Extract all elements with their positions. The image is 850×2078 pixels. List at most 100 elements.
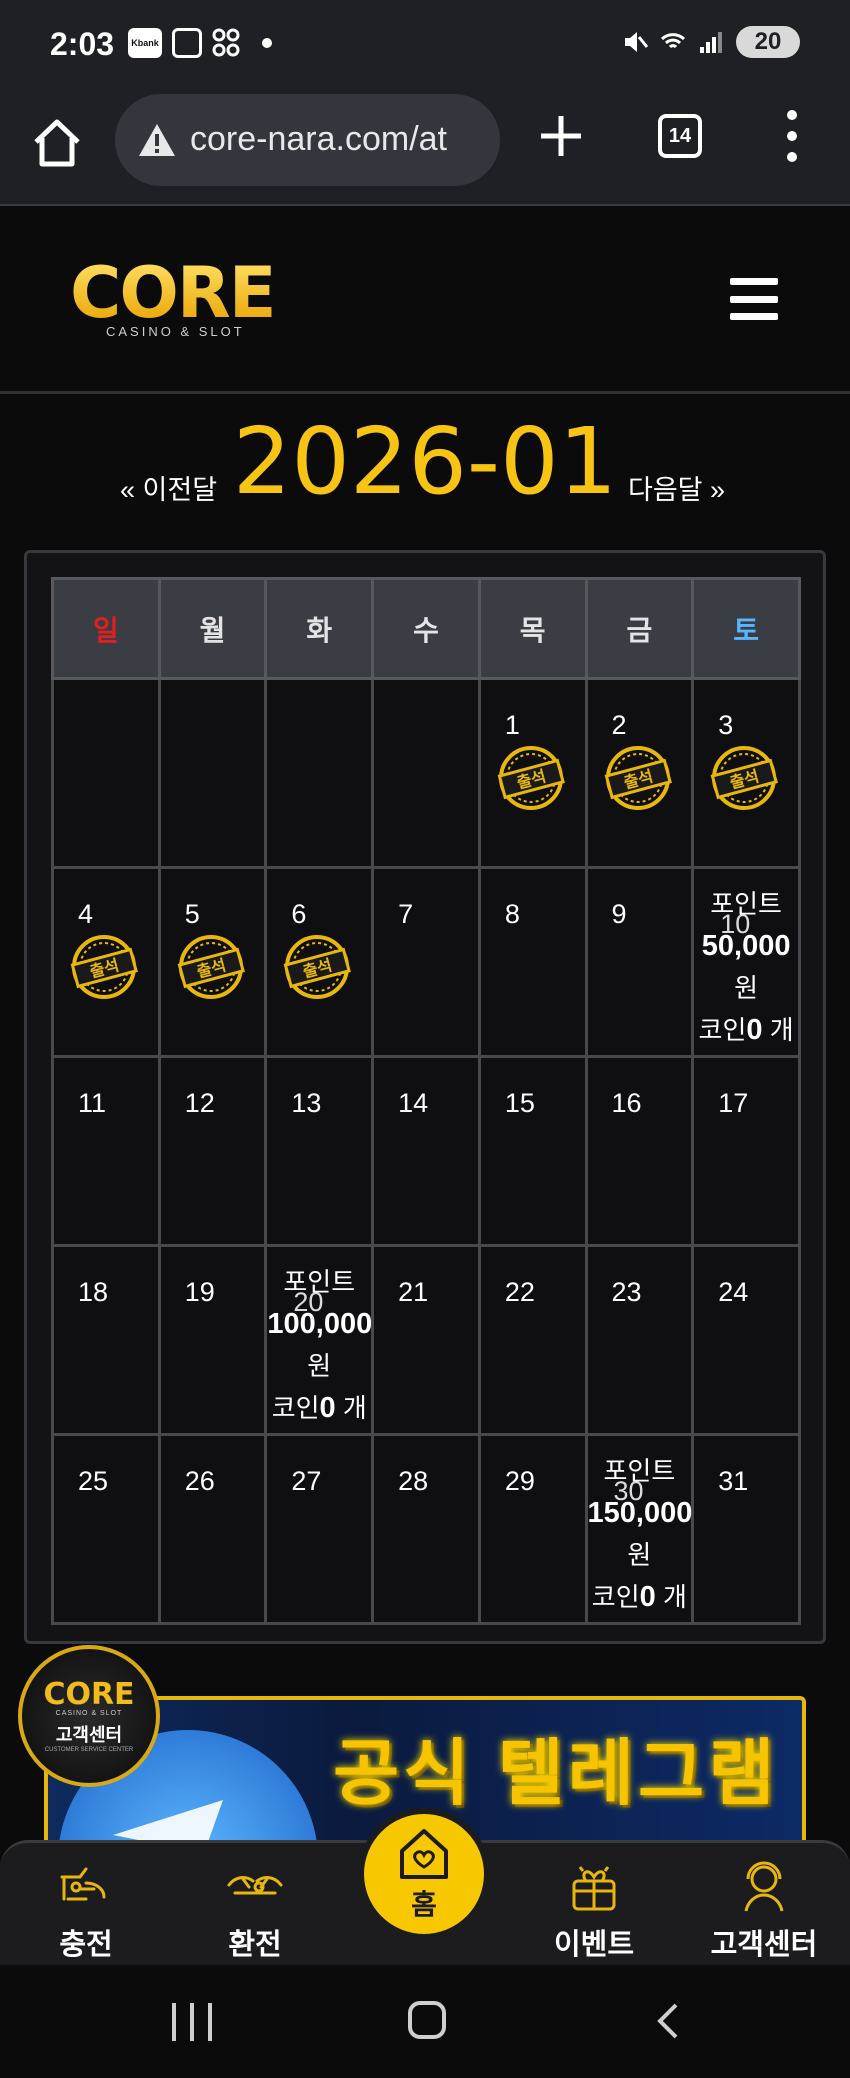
kbank-icon: Kbank — [128, 28, 162, 58]
day-cell: 26 — [157, 1433, 268, 1625]
day-cell: 23 — [584, 1244, 695, 1436]
day-cell: 31 — [691, 1433, 801, 1625]
browser-menu-icon[interactable] — [782, 110, 802, 162]
day-cell: 5 출석 — [157, 866, 268, 1058]
site-logo[interactable]: CORE CASINO & SLOT — [70, 258, 290, 353]
day-number: 20 — [293, 1287, 324, 1317]
day-number: 10 — [720, 909, 751, 939]
nav-exchange[interactable]: 환전 — [185, 1855, 325, 1963]
banner-title: 공식 텔레그램 — [333, 1734, 779, 1814]
day-number: 14 — [398, 1088, 429, 1118]
day-number: 1 — [504, 710, 520, 740]
day-cell: 14 — [371, 1055, 481, 1247]
nav-home-label: 홈 — [411, 1889, 437, 1920]
day-number: 3 — [718, 710, 734, 740]
status-system-icons: 20 — [622, 26, 800, 58]
nav-support-label: 고객센터 — [710, 1929, 818, 1961]
day-cell: 15 — [477, 1055, 588, 1247]
reward-day-cell: 30 포인트 150,000 원 코인0 개 — [584, 1433, 695, 1625]
customer-service-float-button[interactable]: CORE CASINO & SLOT 고객센터 CUSTOMER SERVICE… — [18, 1645, 160, 1787]
day-cell: 13 — [264, 1055, 375, 1247]
day-number: 22 — [504, 1277, 535, 1307]
day-cell: 25 — [51, 1433, 161, 1625]
mute-icon — [625, 32, 648, 52]
browser-toolbar: core-nara.com/at 14 — [0, 90, 850, 206]
browser-home-icon[interactable] — [30, 116, 84, 170]
reward-day-cell: 10 포인트 50,000 원 코인0 개 — [691, 866, 801, 1058]
next-month-link[interactable]: 다음달 » — [628, 468, 725, 507]
wifi-icon — [660, 33, 686, 49]
month-navigation: « 이전달 2026-01 다음달 » — [0, 408, 850, 518]
day-number: 11 — [78, 1088, 107, 1118]
logo-text: CORE — [70, 258, 290, 328]
headset-icon — [744, 1861, 784, 1912]
nav-event[interactable]: 이벤트 — [524, 1855, 664, 1963]
day-cell: 1 출석 — [477, 677, 588, 869]
day-cell: 28 — [371, 1433, 481, 1625]
week-row: 11 12 13 14 15 16 17 — [51, 1055, 801, 1247]
day-number: 19 — [184, 1277, 215, 1307]
day-cell: 9 — [584, 866, 695, 1058]
gift-icon — [572, 1866, 616, 1911]
weekday-sun: 일 — [51, 577, 161, 680]
weekday-fri: 금 — [584, 577, 695, 680]
day-number: 17 — [718, 1088, 749, 1118]
day-cell: 27 — [264, 1433, 375, 1625]
status-bar: 2:03 Kbank 20 — [0, 0, 850, 90]
day-cell: 29 — [477, 1433, 588, 1625]
url-text[interactable]: core-nara.com/at — [190, 120, 490, 159]
calendar-grid: 일 월 화 수 목 금 토 1 출석 2 출석 3 출석 4 출석 5 출석 6… — [51, 577, 801, 1625]
android-nav-bar — [0, 1965, 850, 2078]
status-time: 2:03 — [50, 26, 115, 62]
day-number: 13 — [291, 1088, 322, 1118]
day-number: 26 — [184, 1466, 215, 1496]
day-cell: 3 출석 — [691, 677, 801, 869]
cs-caption: CUSTOMER SERVICE CENTER — [44, 1746, 134, 1753]
day-number: 29 — [504, 1466, 535, 1496]
warning-icon[interactable] — [137, 122, 177, 158]
reward-unit: 원 — [734, 973, 759, 1003]
empty-day-cell — [371, 677, 481, 869]
nav-home-button[interactable]: 홈 — [358, 1808, 490, 1940]
day-cell: 11 — [51, 1055, 161, 1247]
week-row: 4 출석 5 출석 6 출석 7 8 9 10 포인트 50,000 원 코인0 개 — [51, 866, 801, 1058]
weekday-mon: 월 — [157, 577, 268, 680]
exchange-icon — [227, 1876, 283, 1895]
day-cell: 21 — [371, 1244, 481, 1436]
day-number: 28 — [398, 1466, 429, 1496]
cs-logo-text: CORE — [43, 1676, 135, 1712]
day-number: 27 — [291, 1466, 322, 1496]
cs-logo-subtitle: CASINO & SLOT — [55, 1709, 123, 1717]
signal-icon — [700, 32, 722, 53]
weekday-sat: 토 — [691, 577, 801, 680]
new-tab-icon[interactable] — [535, 110, 587, 162]
day-cell: 12 — [157, 1055, 268, 1247]
day-number: 6 — [291, 899, 307, 929]
back-icon[interactable] — [650, 2001, 690, 2041]
day-number: 5 — [184, 899, 200, 929]
site-header: CORE CASINO & SLOT — [0, 208, 850, 394]
week-row: 18 19 20 포인트 100,000 원 코인0 개 21 22 23 24 — [51, 1244, 801, 1436]
url-bar[interactable]: core-nara.com/at — [115, 94, 500, 186]
android-home-icon[interactable] — [408, 2001, 446, 2039]
nav-charge[interactable]: 충전 — [16, 1855, 156, 1963]
nav-charge-label: 충전 — [59, 1929, 113, 1961]
week-row: 1 출석 2 출석 3 출석 — [51, 677, 801, 869]
weekday-header-row: 일 월 화 수 목 금 토 — [51, 577, 801, 680]
nav-support[interactable]: 고객센터 — [694, 1855, 834, 1963]
day-cell: 18 — [51, 1244, 161, 1436]
app-grid-icon — [212, 28, 240, 57]
reward-coin: 코인0 개 — [271, 1392, 367, 1424]
day-number: 9 — [611, 899, 627, 929]
recent-apps-icon[interactable] — [172, 2003, 212, 2041]
reward-info: 10 포인트 50,000 원 코인0 개 — [694, 883, 798, 1051]
cs-label: 고객센터 — [55, 1724, 123, 1745]
tab-switcher-button[interactable]: 14 — [658, 114, 702, 158]
reward-coin: 코인0 개 — [591, 1581, 687, 1613]
day-number: 24 — [718, 1277, 749, 1307]
day-cell: 6 출석 — [264, 866, 375, 1058]
day-cell: 17 — [691, 1055, 801, 1247]
nav-exchange-label: 환전 — [228, 1929, 282, 1961]
hamburger-menu-icon[interactable] — [730, 278, 778, 320]
battery-indicator: 20 — [736, 26, 800, 58]
